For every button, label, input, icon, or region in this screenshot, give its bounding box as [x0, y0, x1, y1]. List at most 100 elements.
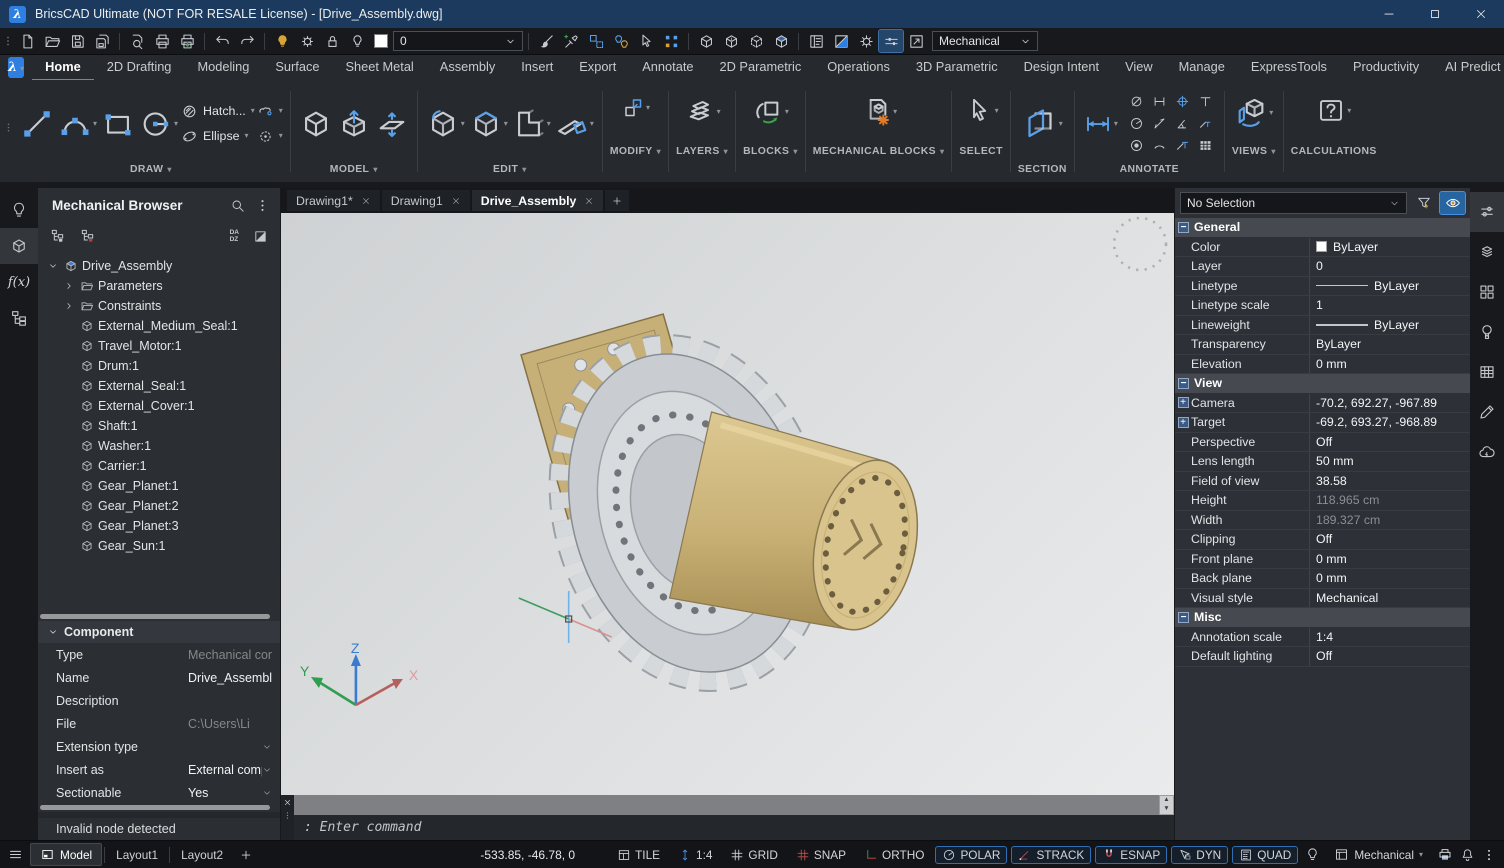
tab-manage[interactable]: Manage [1166, 55, 1238, 81]
property-value[interactable]: ByLayer [1309, 238, 1470, 257]
layers-panel-icon[interactable] [1470, 232, 1504, 272]
property-row-color[interactable]: ColorByLayer [1175, 238, 1470, 258]
collapse-icon[interactable]: − [1178, 612, 1189, 623]
ribbon-drag-handle-icon[interactable] [3, 122, 14, 133]
tree-item-gear-sun-1[interactable]: Gear_Sun:1 [38, 536, 280, 556]
tree-item-drum-1[interactable]: Drum:1 [38, 356, 280, 376]
fit-view-button[interactable] [904, 30, 928, 52]
toggle-quad[interactable]: QUAD [1232, 846, 1298, 864]
component-section-header[interactable]: Component [38, 621, 280, 643]
command-history[interactable]: ▲ ▼ [294, 795, 1174, 815]
match-properties-button[interactable] [534, 30, 558, 52]
print-button[interactable] [150, 30, 174, 52]
mechanical-blocks-tool[interactable]: ▾ [859, 95, 898, 129]
slice-tool[interactable]: ▾ [554, 106, 595, 142]
layout-tab-layout2[interactable]: Layout2 [172, 845, 232, 865]
aligned-tool[interactable] [1152, 116, 1167, 131]
rad-tool[interactable] [1129, 116, 1144, 131]
chamfer-tool[interactable]: ▾ [468, 106, 509, 142]
property-value[interactable]: 0 mm [1309, 569, 1470, 588]
dimension-tool[interactable]: ▾ [1082, 108, 1119, 140]
tips-icon[interactable] [1305, 847, 1320, 862]
layer-select[interactable]: 0 [393, 31, 523, 51]
print-preview-button[interactable] [125, 30, 149, 52]
command-panel-drag-icon[interactable] [283, 811, 292, 820]
tree-item-gear-planet-1[interactable]: Gear_Planet:1 [38, 476, 280, 496]
drafting-panel-icon[interactable] [1470, 392, 1504, 432]
property-value[interactable]: -70.2, 692.27, -967.89 [1309, 394, 1470, 413]
tab-design-intent[interactable]: Design Intent [1011, 55, 1112, 81]
tab-expresstools[interactable]: ExpressTools [1238, 55, 1340, 81]
toggle-ortho[interactable]: ORTHO [857, 846, 931, 864]
group-label-edit[interactable]: EDIT▾ [493, 162, 527, 177]
properties-panel-icon[interactable] [1470, 192, 1504, 232]
layer-lock-button[interactable] [320, 30, 344, 52]
expand-icon[interactable]: + [1175, 417, 1191, 428]
property-row-camera[interactable]: +Camera-70.2, 692.27, -967.89 [1175, 394, 1470, 414]
viewport[interactable]: Z Y X [281, 213, 1174, 795]
property-value[interactable]: 0 mm [1309, 355, 1470, 374]
grips-settings-button[interactable] [659, 30, 683, 52]
tree-horizontal-scrollbar[interactable] [38, 613, 280, 621]
textT-tool[interactable] [1198, 94, 1213, 109]
component-row-description[interactable]: Description [38, 689, 280, 712]
chevron-down-icon[interactable] [262, 765, 272, 775]
group-label-model[interactable]: MODEL▾ [330, 162, 378, 177]
drawing-tab-drawing1[interactable]: Drawing1 [382, 190, 470, 211]
save-button[interactable] [65, 30, 89, 52]
group-label-views[interactable]: VIEWS▾ [1232, 144, 1276, 159]
tab-3d-parametric[interactable]: 3D Parametric [903, 55, 1011, 81]
show-all-nodes-icon[interactable] [50, 228, 66, 244]
browser-menu-icon[interactable] [255, 198, 270, 213]
point-tool[interactable]: ▾ [257, 125, 283, 148]
mechanical-browser-icon[interactable] [0, 228, 38, 264]
group-label-section[interactable]: SECTION [1018, 162, 1067, 177]
property-row-back-plane[interactable]: Back plane0 mm [1175, 569, 1470, 589]
tree-item-parameters[interactable]: Parameters [38, 276, 280, 296]
drawing-explorer-button[interactable] [804, 30, 828, 52]
toggle-polar[interactable]: POLAR [935, 846, 1007, 864]
tab-modeling[interactable]: Modeling [184, 55, 262, 81]
close-icon[interactable] [451, 196, 461, 206]
component-value[interactable]: Drive_Assembly [188, 671, 272, 685]
redo-button[interactable] [235, 30, 259, 52]
property-row-default-lighting[interactable]: Default lightingOff [1175, 647, 1470, 667]
component-row-extension-type[interactable]: Extension type [38, 735, 280, 758]
property-value[interactable]: ByLayer [1309, 277, 1470, 296]
tab-view[interactable]: View [1112, 55, 1166, 81]
drawing-tab-drawing1[interactable]: Drawing1* [287, 190, 380, 211]
flip-tool[interactable] [374, 106, 410, 142]
layers-tool[interactable]: ▾ [683, 95, 722, 129]
expander-icon[interactable] [62, 301, 76, 311]
tab-surface[interactable]: Surface [262, 55, 332, 81]
tab-2d-parametric[interactable]: 2D Parametric [707, 55, 815, 81]
section-header-view[interactable]: −View [1175, 374, 1470, 394]
component-row-sectionable[interactable]: SectionableYes [38, 781, 280, 804]
scroll-down-icon[interactable]: ▼ [1160, 805, 1173, 814]
tab-productivity[interactable]: Productivity [1340, 55, 1432, 81]
modify-tool[interactable]: ▾ [620, 95, 651, 121]
filter-icon[interactable] [1411, 192, 1436, 214]
scroll-up-icon[interactable]: ▲ [1160, 796, 1173, 805]
settings-button[interactable] [854, 30, 878, 52]
layer-off-button[interactable] [345, 30, 369, 52]
drawing-tab-drive-assembly[interactable]: Drive_Assembly [472, 190, 604, 211]
tab-sheet-metal[interactable]: Sheet Metal [332, 55, 426, 81]
group-label-draw[interactable]: DRAW▾ [130, 162, 172, 177]
property-value[interactable]: 1 [1309, 296, 1470, 315]
group-label-annotate[interactable]: ANNOTATE [1120, 162, 1179, 177]
new-drawing-tab-button[interactable] [605, 190, 629, 211]
tab-assembly[interactable]: Assembly [427, 55, 508, 81]
group-label-modify[interactable]: MODIFY▾ [610, 144, 661, 159]
tree-item-external-seal-1[interactable]: External_Seal:1 [38, 376, 280, 396]
property-row-lineweight[interactable]: LineweightByLayer [1175, 316, 1470, 336]
property-value[interactable]: 1:4 [1309, 628, 1470, 647]
property-value[interactable]: 0 [1309, 257, 1470, 276]
layout-tab-layout1[interactable]: Layout1 [107, 845, 167, 865]
tab-home[interactable]: Home [32, 55, 94, 81]
property-value[interactable]: 189.327 cm [1309, 511, 1470, 530]
revision-cloud-tool[interactable]: ▾ [257, 100, 283, 123]
collapse-icon[interactable]: − [1178, 378, 1189, 389]
overlay-settings-button[interactable] [879, 30, 903, 52]
layer-settings-button[interactable] [295, 30, 319, 52]
